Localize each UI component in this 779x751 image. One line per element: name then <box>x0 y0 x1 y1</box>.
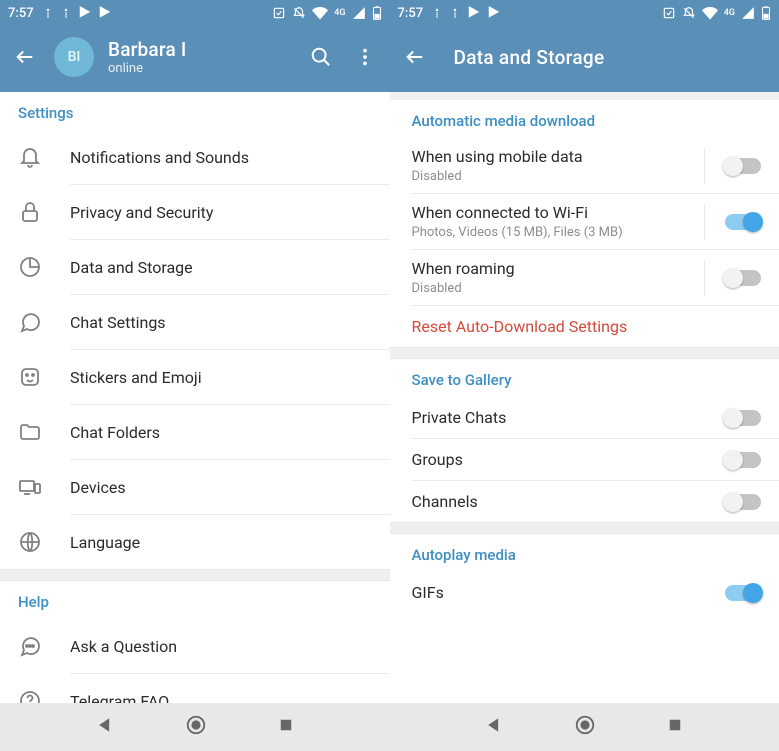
row-label: Chat Settings <box>70 313 372 332</box>
help-icon <box>18 689 70 703</box>
status-time: 7:57 <box>8 6 34 21</box>
row-privacy[interactable]: Privacy and Security <box>0 185 390 239</box>
lock-icon <box>18 200 70 224</box>
bell-icon <box>18 145 70 169</box>
row-label: Devices <box>70 478 372 497</box>
nav-recent[interactable] <box>666 716 684 738</box>
row-label: Chat Folders <box>70 423 372 442</box>
nav-home[interactable] <box>574 714 596 740</box>
data-scroll: Automatic media download When using mobi… <box>390 92 779 703</box>
section-header-gallery: Save to Gallery <box>390 359 779 397</box>
section-header-autoplay: Autoplay media <box>390 534 779 572</box>
row-data-storage[interactable]: Data and Storage <box>0 240 390 294</box>
devices-icon <box>18 475 70 499</box>
setting-title: When connected to Wi-Fi <box>412 203 705 222</box>
sticker-icon <box>18 365 70 389</box>
setting-subtitle: Disabled <box>412 169 705 184</box>
setting-title: Channels <box>412 492 718 511</box>
status-bar: 7:57 4G <box>390 0 779 26</box>
back-button[interactable] <box>14 46 36 68</box>
toggle-groups[interactable] <box>725 452 761 468</box>
row-label: Telegram FAQ <box>70 692 372 704</box>
status-icons-right: 4G <box>272 5 381 21</box>
page-title: Data and Storage <box>454 46 605 69</box>
globe-icon <box>18 530 70 554</box>
nav-recent[interactable] <box>277 716 295 738</box>
row-label: Language <box>70 533 372 552</box>
row-roaming[interactable]: When roaming Disabled <box>390 250 779 305</box>
row-faq[interactable]: Telegram FAQ <box>0 674 390 703</box>
setting-title: Reset Auto-Download Settings <box>412 317 762 336</box>
row-label: Ask a Question <box>70 637 372 656</box>
setting-title: Private Chats <box>412 408 718 427</box>
profile-status: online <box>108 61 186 76</box>
avatar-initials: BI <box>68 49 81 65</box>
toggle-channels[interactable] <box>725 494 761 510</box>
row-private-chats[interactable]: Private Chats <box>390 397 779 438</box>
row-wifi[interactable]: When connected to Wi-Fi Photos, Videos (… <box>390 194 779 249</box>
section-header-help: Help <box>0 581 390 619</box>
row-ask[interactable]: Ask a Question <box>0 619 390 673</box>
toggle-mobile-data[interactable] <box>725 158 761 174</box>
toggle-roaming[interactable] <box>725 270 761 286</box>
section-header-auto-download: Automatic media download <box>390 100 779 138</box>
pie-icon <box>18 255 70 279</box>
nav-back[interactable] <box>484 715 504 739</box>
setting-title: When using mobile data <box>412 147 705 166</box>
settings-screen: 7:57 4G BI Barbara I online <box>0 0 390 751</box>
avatar[interactable]: BI <box>54 37 94 77</box>
more-button[interactable] <box>354 46 376 68</box>
row-gifs[interactable]: GIFs <box>390 572 779 604</box>
data-storage-screen: 7:57 4G Data and Storage Automatic media… <box>390 0 779 751</box>
android-navbar <box>0 703 390 751</box>
nav-home[interactable] <box>185 714 207 740</box>
row-mobile-data[interactable]: When using mobile data Disabled <box>390 138 779 193</box>
row-label: Data and Storage <box>70 258 372 277</box>
chat-dots-icon <box>18 634 70 658</box>
row-label: Notifications and Sounds <box>70 148 372 167</box>
row-stickers[interactable]: Stickers and Emoji <box>0 350 390 404</box>
toggle-wifi[interactable] <box>725 214 761 230</box>
toggle-private-chats[interactable] <box>725 410 761 426</box>
status-network-label: 4G <box>334 8 345 18</box>
status-bar: 7:57 4G <box>0 0 390 26</box>
back-button[interactable] <box>404 46 426 68</box>
search-button[interactable] <box>310 46 332 68</box>
profile-appbar: BI Barbara I online <box>0 26 390 92</box>
nav-back[interactable] <box>95 715 115 739</box>
status-icons-right: 4G <box>662 5 771 21</box>
setting-title: GIFs <box>412 583 718 602</box>
row-chat-settings[interactable]: Chat Settings <box>0 295 390 349</box>
settings-scroll: Settings Notifications and Sounds Privac… <box>0 92 390 703</box>
setting-title: Groups <box>412 450 718 469</box>
row-groups[interactable]: Groups <box>390 439 779 480</box>
status-time: 7:57 <box>398 6 424 21</box>
row-label: Privacy and Security <box>70 203 372 222</box>
setting-subtitle: Disabled <box>412 281 705 296</box>
setting-title: When roaming <box>412 259 705 278</box>
section-header-settings: Settings <box>0 92 390 130</box>
row-reset-auto-download[interactable]: Reset Auto-Download Settings <box>390 306 779 347</box>
row-folders[interactable]: Chat Folders <box>0 405 390 459</box>
status-icons-left <box>431 6 501 20</box>
row-label: Stickers and Emoji <box>70 368 372 387</box>
toggle-gifs[interactable] <box>725 585 761 601</box>
row-language[interactable]: Language <box>0 515 390 569</box>
profile-name: Barbara I <box>108 38 186 61</box>
row-channels[interactable]: Channels <box>390 481 779 522</box>
folder-icon <box>18 420 70 444</box>
chat-icon <box>18 310 70 334</box>
android-navbar <box>390 703 779 751</box>
row-notifications[interactable]: Notifications and Sounds <box>0 130 390 184</box>
status-icons-left <box>42 6 112 20</box>
data-appbar: Data and Storage <box>390 26 779 92</box>
setting-subtitle: Photos, Videos (15 MB), Files (3 MB) <box>412 225 705 240</box>
row-devices[interactable]: Devices <box>0 460 390 514</box>
status-network-label: 4G <box>724 8 735 18</box>
